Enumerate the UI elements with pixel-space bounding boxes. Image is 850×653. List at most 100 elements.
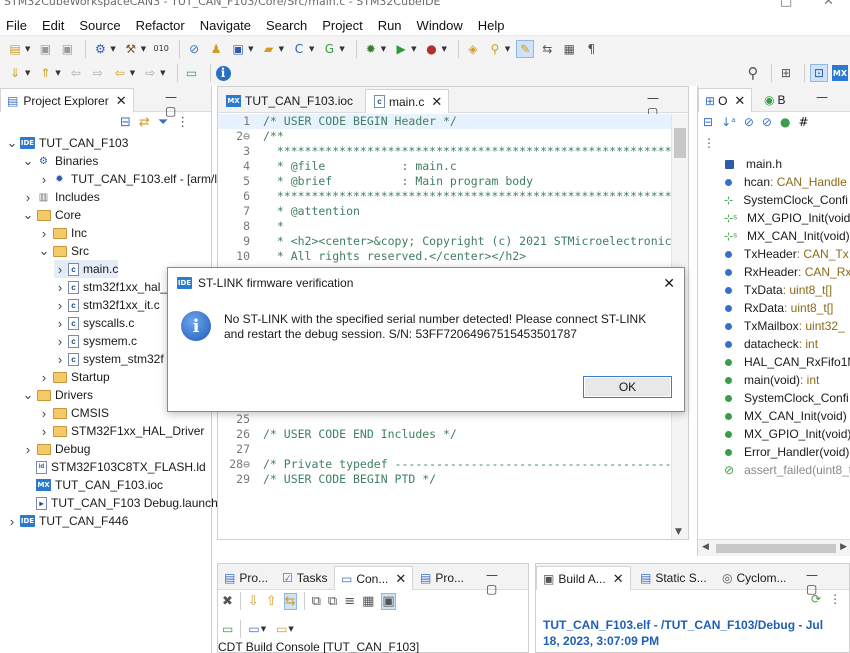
binary-icon[interactable]: 010 [152,40,170,58]
tree-item[interactable]: › CMSIS [38,404,109,422]
minimize-maximize-icon[interactable]: — ▢ [486,568,528,596]
outline-item[interactable]: RxHeader : CAN_Rx [698,263,850,281]
next-edit-icon[interactable]: ⇨ [89,64,107,82]
tree-item[interactable]: ⌄ Core [22,206,81,224]
scroll-left-icon[interactable]: ◀ [702,542,709,552]
scrollbar-thumb[interactable] [674,128,686,158]
external-tools-icon[interactable]: ● [423,40,441,58]
outline-item[interactable]: main(void) : int [698,371,819,389]
tree-item[interactable]: ⌄ Drivers [22,386,93,404]
save-icon[interactable]: ▣ [36,40,54,58]
next-icon[interactable]: ⇩ [248,594,259,609]
tree-item[interactable]: › c main.c [54,260,119,278]
settings-icon[interactable]: ⚙ [91,40,109,58]
menu-project[interactable]: Project [322,18,362,33]
ok-button[interactable]: OK [583,376,672,398]
tab-ioc-file[interactable]: MX TUT_CAN_F103.ioc [218,89,359,113]
back-dropdown-icon[interactable]: ▼ [130,69,135,77]
outline-item[interactable]: RxData : uint8_t[] [698,299,833,317]
outline-item[interactable]: ⊹ˢ MX_CAN_Init(void) [698,227,850,245]
tree-item[interactable]: › IDE TUT_CAN_F446 [6,512,129,530]
show-whitespace-icon[interactable]: ⇆ [538,40,556,58]
tree-item[interactable]: MX TUT_CAN_F103.ioc [22,476,163,494]
scroll-right-icon[interactable]: ▶ [840,542,847,552]
mark-occurrences-icon[interactable]: ✎ [516,39,535,58]
chevron-right-icon[interactable]: › [54,334,66,349]
chevron-right-icon[interactable]: › [38,406,50,421]
chevron-right-icon[interactable]: › [54,316,66,331]
close-icon[interactable]: ✕ [734,93,745,109]
view-menu-icon[interactable]: ⋮ [703,136,715,150]
open-console-dropdown-icon[interactable]: ▼ [288,625,293,633]
hide-nonpublic-icon[interactable]: ● [780,115,790,129]
chevron-down-icon[interactable]: ⌄ [22,387,34,403]
new-c-class-icon[interactable]: C [290,40,308,58]
outline-item[interactable]: ⊘ assert_failed(uint8_t [698,461,850,479]
save-all-icon[interactable]: ▣ [58,40,76,58]
close-icon[interactable]: ✕ [613,571,624,587]
tree-item[interactable]: › c stm32f1xx_hal_ [54,278,167,296]
outline-item[interactable]: ⊹ SystemClock_Confi [698,191,848,209]
build-hammer-icon[interactable]: ⚒ [122,40,140,58]
open-dropdown-icon[interactable]: ▼ [279,45,284,53]
maximize-icon[interactable]: □ [780,0,792,9]
new-class-dropdown-icon[interactable]: ▼ [309,45,314,53]
info-toolbar-icon[interactable]: i [215,65,231,81]
skip-breakpoints-icon[interactable]: ⊘ [185,40,203,58]
new-c-file-icon[interactable]: G [320,40,338,58]
outline-item[interactable]: TxData : uint8_t[] [698,281,832,299]
terminate-icon[interactable]: ✖ [222,594,233,609]
chevron-right-icon[interactable]: › [38,370,50,385]
display-console-icon[interactable]: ▭ [248,622,259,636]
tab-tasks[interactable]: ☑ Tasks [276,566,333,590]
display-dropdown-icon[interactable]: ▼ [261,625,266,633]
menu-window[interactable]: Window [417,18,463,33]
chevron-right-icon[interactable]: › [22,190,34,205]
close-icon[interactable]: ✕ [116,93,127,109]
chevron-down-icon[interactable]: ⌄ [38,243,50,259]
refresh-icon[interactable]: ⟳ [811,592,821,606]
outline-item[interactable]: Error_Handler(void) [698,443,849,461]
back-icon[interactable]: ⇦ [111,64,129,82]
copy-icon[interactable]: ⧉ [312,594,321,609]
search-tool-icon[interactable]: ⚲ [486,40,504,58]
forward-icon[interactable]: ⇨ [141,64,159,82]
tab-cyclomatic[interactable]: ◎ Cyclom... [716,566,793,590]
close-icon[interactable]: ✕ [823,0,834,9]
collapse-all-icon[interactable]: ⊟ [120,115,131,130]
open-type-icon[interactable]: ◈ [464,40,482,58]
run-icon[interactable]: ▶ [392,40,410,58]
tree-item[interactable]: ⌄ ⚙ Binaries [22,152,99,170]
menu-search[interactable]: Search [266,18,307,33]
new-icon[interactable]: ▤ [6,40,24,58]
close-icon[interactable]: ✕ [663,275,675,292]
chevron-right-icon[interactable]: › [38,424,50,439]
new-dropdown-icon[interactable]: ▼ [25,45,30,53]
device-config-icon[interactable]: ♟ [207,40,225,58]
view-menu-icon[interactable]: ⋮ [829,592,841,606]
chevron-right-icon[interactable]: › [38,172,50,187]
tab-main-c[interactable]: c main.c ✕ [365,89,450,113]
tab-problems[interactable]: ▤ Pro... [218,566,274,590]
tree-item[interactable]: › Inc [38,224,87,242]
chevron-down-icon[interactable]: ⌄ [22,207,34,223]
outline-item[interactable]: main.h [698,155,782,173]
menu-help[interactable]: Help [478,18,505,33]
prev-annotation-dropdown-icon[interactable]: ▼ [55,69,60,77]
paragraph-icon[interactable]: ¶ [582,40,600,58]
tab-properties[interactable]: ▤ Pro... [414,566,470,590]
sort-icon[interactable]: ↓ᵃ [721,115,736,129]
outline-item[interactable]: hcan : CAN_Handle [698,173,847,191]
hide-static-icon[interactable]: ⊘ [762,115,772,129]
external-dropdown-icon[interactable]: ▼ [442,45,447,53]
outline-item[interactable]: MX_CAN_Init(void) [698,407,847,425]
run-dropdown-icon[interactable]: ▼ [411,45,416,53]
mx-perspective-icon[interactable]: MX [832,65,848,81]
new-project-icon[interactable]: ▣ [229,40,247,58]
chevron-down-icon[interactable]: ⌄ [22,153,34,169]
tree-item[interactable]: › c sysmem.c [54,332,137,350]
outline-item[interactable]: MX_GPIO_Init(void) [698,425,850,443]
open-folder-icon[interactable]: ▰ [260,40,278,58]
menu-navigate[interactable]: Navigate [200,18,251,33]
settings-dropdown-icon[interactable]: ▼ [110,45,115,53]
